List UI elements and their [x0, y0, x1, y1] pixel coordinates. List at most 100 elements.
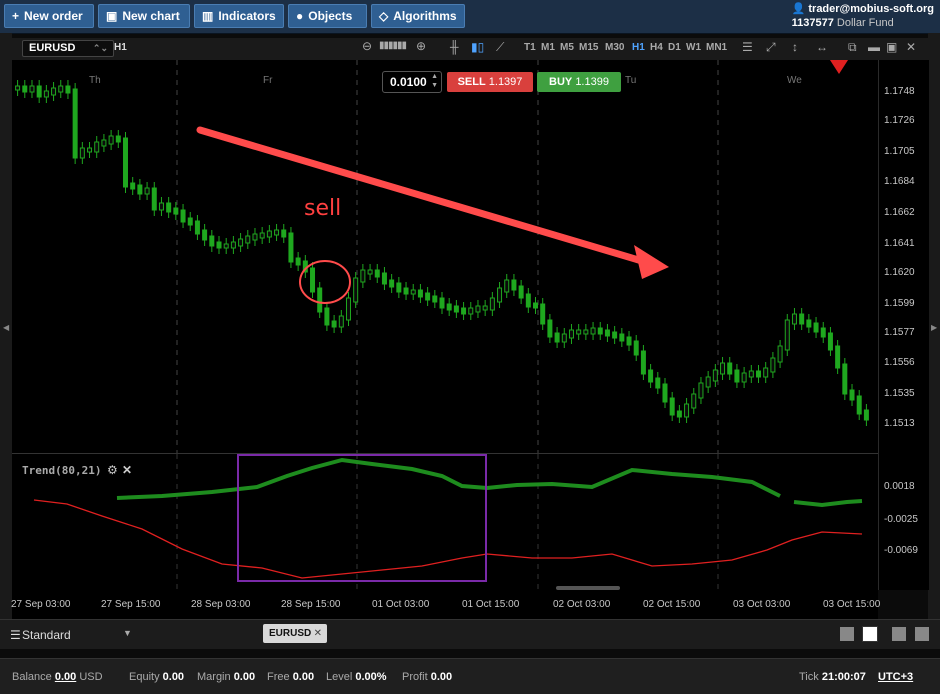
objects-button[interactable]: ● Objects	[288, 4, 367, 28]
price-marker-icon	[830, 60, 848, 74]
zoom-out-icon[interactable]: ⊖	[362, 39, 372, 53]
candle	[633, 340, 639, 356]
timezone-select[interactable]: UTC+3	[878, 671, 913, 683]
line-chart-type-icon[interactable]: ⟋	[496, 40, 504, 55]
expand-left-icon[interactable]: ◀	[3, 323, 9, 332]
expand-right-icon[interactable]: ▶	[931, 323, 937, 332]
layout-columns-icon[interactable]	[892, 627, 906, 641]
symbol-select[interactable]: EURUSD ⌃⌄	[22, 40, 114, 57]
spinner-icon[interactable]: ▲ ▼	[431, 72, 438, 90]
candle	[158, 202, 164, 211]
candle	[597, 327, 603, 335]
tf-mn1[interactable]: MN1	[706, 42, 727, 53]
tf-w1[interactable]: W1	[686, 42, 701, 53]
price-label: 1.1748	[884, 86, 915, 97]
candle	[209, 235, 215, 247]
candle	[475, 305, 481, 313]
candle	[417, 289, 423, 298]
candle	[583, 329, 589, 335]
indicator-level: -0.0069	[884, 545, 918, 556]
candle	[720, 362, 726, 375]
indicator-pane[interactable]	[12, 454, 878, 590]
candle	[835, 345, 841, 369]
detach-icon[interactable]: ⧉	[848, 40, 857, 55]
trendline-icon[interactable]: ⤢	[766, 40, 776, 55]
candle	[856, 395, 862, 415]
price-label: 1.1556	[884, 357, 915, 368]
plus-icon: +	[12, 9, 20, 23]
candle	[698, 382, 704, 399]
balance-value: 0.00	[54, 671, 77, 683]
candle	[511, 279, 517, 291]
highlight-box	[237, 454, 487, 582]
candle	[144, 187, 150, 195]
horizontal-scrollbar[interactable]	[556, 586, 620, 590]
candle	[791, 313, 797, 325]
buy-button[interactable]: BUY 1.1399	[537, 72, 621, 92]
layout-rows-icon[interactable]	[915, 627, 929, 641]
free-label: Free	[267, 671, 290, 683]
layout-grid-icon[interactable]	[862, 626, 878, 642]
candle	[842, 363, 848, 395]
equity-value: 0.00	[162, 671, 185, 683]
tf-m15[interactable]: M15	[579, 42, 598, 53]
zoom-slider[interactable]: ▮▮▮▮▮▮	[379, 40, 407, 51]
price-label: 1.1620	[884, 267, 915, 278]
indicators-button[interactable]: ▥ Indicators	[194, 4, 284, 28]
new-chart-button[interactable]: ▣ New chart	[98, 4, 190, 28]
tf-t1[interactable]: T1	[524, 42, 536, 53]
candle	[863, 409, 869, 421]
horizontal-line-icon[interactable]: ↔	[816, 40, 828, 54]
workspace-menu-icon[interactable]: ☰	[10, 628, 21, 642]
zoom-in-icon[interactable]: ⊕	[416, 39, 426, 53]
candle	[799, 313, 805, 325]
price-chart[interactable]	[12, 60, 878, 454]
candle	[518, 285, 524, 299]
tf-h4[interactable]: H4	[650, 42, 663, 53]
candle	[223, 243, 229, 249]
tf-m1[interactable]: M1	[541, 42, 555, 53]
vertical-line-icon[interactable]: ↕	[792, 40, 798, 54]
tf-m30[interactable]: M30	[605, 42, 624, 53]
sell-button[interactable]: SELL 1.1397	[447, 72, 533, 92]
layout-single-icon[interactable]	[840, 627, 854, 641]
lot-size-input[interactable]: 0.0100 ▲ ▼	[382, 71, 442, 93]
level-label: Level	[326, 671, 353, 683]
candle	[590, 327, 596, 335]
bar-chart-type-icon[interactable]: ╫	[450, 40, 459, 54]
arrow-head	[634, 245, 669, 279]
close-icon[interactable]: ✕	[906, 40, 916, 54]
workspace-name[interactable]: Standard	[22, 628, 71, 642]
trend-line	[793, 499, 863, 508]
candle	[604, 329, 610, 337]
tf-d1[interactable]: D1	[668, 42, 681, 53]
chevron-down-icon[interactable]: ▼	[123, 628, 132, 638]
gear-icon[interactable]: ⚙	[107, 463, 118, 477]
candle	[425, 292, 431, 301]
candle-chart-type-icon[interactable]: ▮▯	[471, 40, 484, 54]
level-value: 0.00%	[355, 671, 387, 683]
fibonacci-icon[interactable]: ☰	[742, 40, 753, 54]
candle	[115, 135, 121, 143]
indicator-name: Trend(80,21)	[22, 464, 102, 477]
candle	[676, 410, 682, 418]
close-tab-icon[interactable]: ✕	[314, 624, 322, 643]
candle	[87, 147, 93, 153]
trend-arrow	[196, 126, 646, 265]
tf-m5[interactable]: M5	[560, 42, 574, 53]
maximize-icon[interactable]: ▣	[886, 40, 897, 54]
candle	[295, 257, 301, 266]
account-info[interactable]: 👤 trader@mobius-soft.org 1137577 Dollar …	[792, 2, 934, 30]
balance-label: Balance	[12, 671, 52, 683]
tf-h1[interactable]: H1	[632, 42, 645, 53]
candle	[58, 85, 64, 93]
new-order-button[interactable]: + New order	[4, 4, 94, 28]
chart-tab[interactable]: EURUSD ✕	[263, 624, 327, 643]
minimize-icon[interactable]: ▬	[868, 40, 880, 54]
candle	[274, 229, 280, 236]
candle	[770, 357, 776, 373]
algorithms-button[interactable]: ◇ Algorithms	[371, 4, 465, 28]
candle	[727, 362, 733, 375]
close-icon[interactable]: ✕	[122, 463, 132, 477]
time-label: 03 Oct 15:00	[823, 599, 881, 610]
